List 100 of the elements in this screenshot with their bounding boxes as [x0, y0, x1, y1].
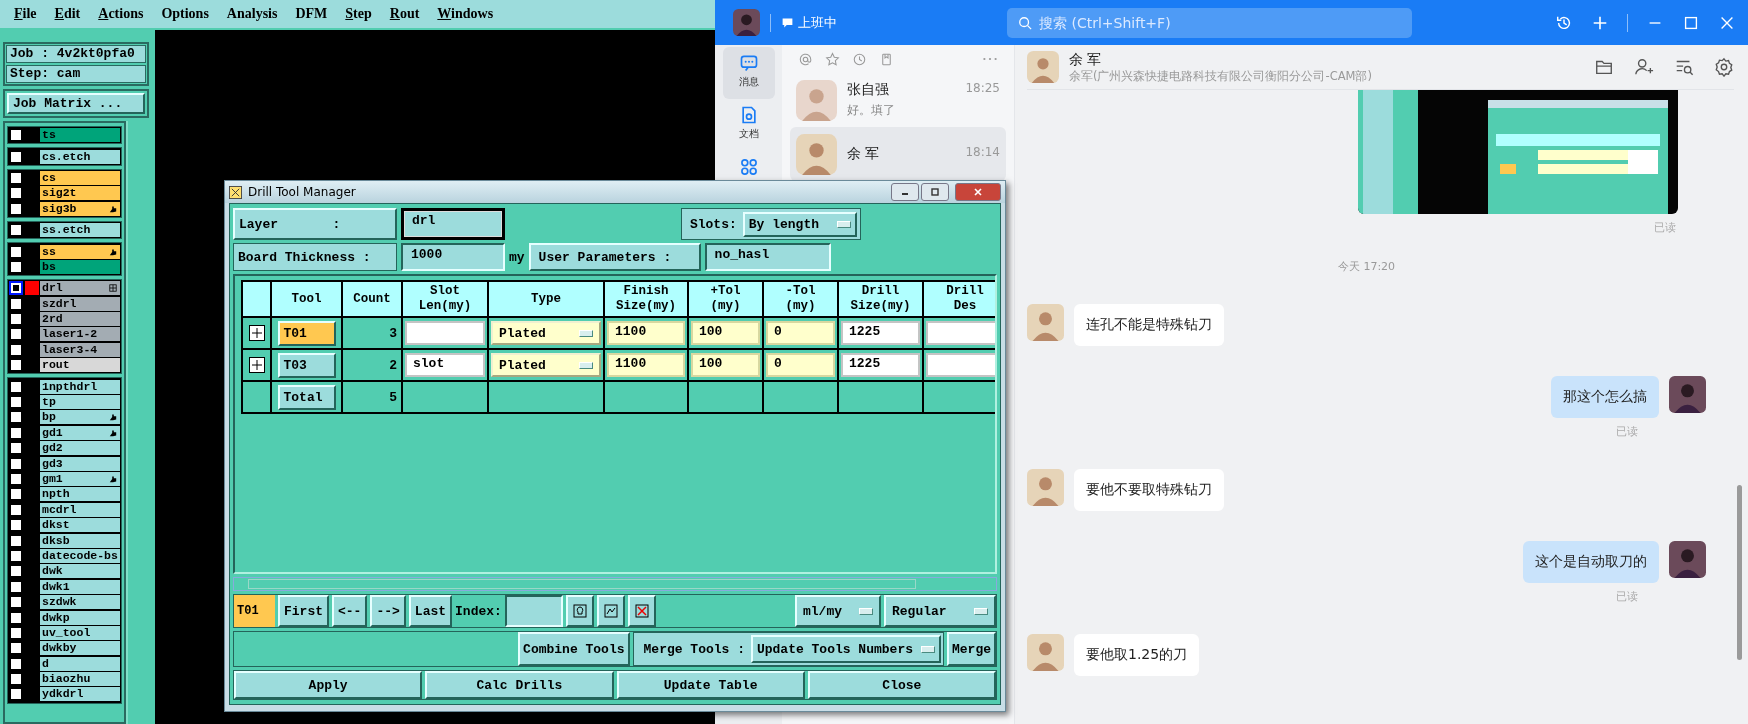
search-field[interactable]: 搜索 (Ctrl+Shift+F) — [1007, 7, 1412, 38]
layer-name[interactable]: cs.etch — [40, 149, 120, 164]
layer-name[interactable]: dwk — [40, 564, 120, 579]
column-header: Finish Size(my) — [605, 282, 687, 316]
layer-name[interactable]: bp — [40, 410, 120, 425]
layer-name[interactable]: cs — [40, 170, 120, 185]
contact-name: 张自强 — [847, 81, 889, 99]
input-field[interactable]: 1100 — [607, 321, 685, 345]
message-preview: 好。填了 — [847, 102, 896, 119]
input-field[interactable]: 1225 — [841, 353, 920, 377]
tool-button[interactable]: T01 — [277, 320, 336, 346]
conversation-item[interactable]: 余 军 18:14 — [790, 127, 1006, 181]
layer-name[interactable]: laser1-2 — [40, 327, 120, 342]
layer-name[interactable]: 1npthdrl — [40, 379, 120, 394]
layer-field[interactable]: drl — [401, 208, 505, 240]
layer-name[interactable]: ss.etch — [40, 223, 120, 238]
layer-name[interactable]: gd1 — [40, 425, 120, 440]
nav-item[interactable]: 消息 — [722, 47, 775, 99]
menu-item[interactable]: Analysis — [226, 6, 278, 22]
action-button[interactable]: Close — [807, 671, 996, 699]
layer-name[interactable]: dwkby — [40, 641, 120, 656]
message-bubble: 这个是自动取刀的 — [1523, 541, 1659, 583]
action-button[interactable]: Apply — [234, 671, 423, 699]
units-dropdown[interactable]: ml/my — [795, 595, 881, 627]
conversation-item[interactable]: 张自强 18:25 好。填了 — [790, 73, 1006, 127]
menu-item[interactable]: Rout — [389, 6, 420, 22]
layer-name[interactable]: dwk1 — [40, 579, 120, 594]
input-field[interactable]: 100 — [691, 321, 760, 345]
layer-name[interactable]: rout — [40, 358, 120, 373]
read-receipt: 已读 — [1654, 220, 1676, 235]
menu-item[interactable]: Windows — [437, 6, 494, 22]
navigation-button[interactable]: First — [278, 595, 329, 627]
layer-name[interactable]: sig2t — [40, 186, 120, 201]
layer-label[interactable]: Layer : — [233, 208, 397, 240]
layer-name[interactable]: dksb — [40, 533, 120, 548]
message-time: 18:14 — [965, 145, 1000, 161]
layer-name[interactable]: 2rd — [40, 312, 120, 327]
menu-item[interactable]: Step — [345, 6, 372, 22]
type-dropdown[interactable]: Plated — [491, 353, 601, 377]
menu-item[interactable]: Edit — [54, 6, 81, 22]
layer-name[interactable]: gd3 — [40, 456, 120, 471]
nav-item[interactable]: 文档 — [722, 99, 775, 151]
layer-name[interactable]: uv_tool — [40, 625, 120, 640]
job-matrix-button[interactable]: Job Matrix ... — [7, 93, 145, 114]
input-field[interactable]: slot — [405, 353, 485, 377]
layer-name[interactable]: szdrl — [40, 296, 120, 311]
layer-name[interactable]: laser3-4 — [40, 342, 120, 357]
navigation-button[interactable]: <-- — [332, 595, 368, 627]
contact-name: 余 军 — [1069, 50, 1103, 69]
input-field[interactable]: 0 — [766, 353, 835, 377]
input-field[interactable]: 0 — [766, 321, 835, 345]
layer-name[interactable]: bs — [40, 259, 120, 274]
job-name: Job : 4v2kt0pfa0 — [6, 45, 146, 63]
status-label[interactable]: 上班中 — [798, 13, 837, 32]
slots-dropdown[interactable]: By length — [742, 211, 857, 237]
navigation-button[interactable]: --> — [370, 595, 406, 627]
layer-name[interactable]: d — [40, 656, 120, 671]
layer-name[interactable]: ydkdrl — [40, 687, 120, 702]
board-thickness-field[interactable]: 1000 — [401, 243, 505, 271]
column-header: Drill Size(my) — [839, 282, 922, 316]
menu-item[interactable]: Options — [161, 6, 209, 22]
menu-item[interactable]: DFM — [295, 6, 328, 22]
message-time: 18:25 — [965, 81, 1000, 97]
column-header: Drill Des — [924, 282, 995, 316]
total-button[interactable]: Total — [277, 384, 336, 410]
input-field[interactable]: 1100 — [607, 353, 685, 377]
timestamp: 今天 17:20 — [1336, 259, 1397, 274]
layer-name[interactable]: npth — [40, 487, 120, 502]
layer-name[interactable]: ts — [40, 128, 120, 143]
layer-name[interactable]: dwkp — [40, 610, 120, 625]
menu-item[interactable]: Actions — [98, 6, 144, 22]
layer-name[interactable]: tp — [40, 395, 120, 410]
column-header: Tool — [272, 282, 341, 316]
layer-name[interactable]: biaozhu — [40, 672, 120, 687]
user-parameters-field[interactable]: no_hasl — [704, 243, 831, 271]
input-field[interactable]: 100 — [691, 353, 760, 377]
step-name: Step: cam — [6, 65, 146, 83]
tool-button[interactable]: T03 — [277, 352, 336, 378]
user-parameters-button[interactable]: User Parameters : — [528, 243, 701, 271]
action-button[interactable]: Calc Drills — [425, 671, 614, 699]
layer-name[interactable]: szdwk — [40, 595, 120, 610]
layer-name[interactable]: gm1 — [40, 472, 120, 486]
type-dropdown[interactable]: Plated — [491, 321, 601, 345]
combine-tools-button[interactable]: Combine Tools — [518, 632, 630, 666]
layer-name[interactable]: dkst — [40, 518, 120, 533]
merge-option-dropdown[interactable]: Update Tools Numbers — [750, 635, 941, 663]
navigation-button[interactable]: Last — [408, 595, 453, 627]
layer-name[interactable]: gd2 — [40, 441, 120, 456]
read-receipt: 已读 — [1616, 424, 1638, 439]
layer-name[interactable]: datecode-bs — [40, 548, 120, 563]
layer-name[interactable]: mcdrl — [40, 502, 120, 517]
menu-item[interactable]: File — [14, 6, 37, 22]
slots-label: Slots: — [689, 216, 737, 232]
layer-name[interactable]: ss — [40, 244, 120, 259]
action-button[interactable]: Update Table — [616, 671, 805, 699]
mode-dropdown[interactable]: Regular — [884, 595, 996, 627]
layer-name[interactable]: drl — [40, 281, 120, 296]
merge-button[interactable]: Merge — [947, 632, 996, 666]
layer-name[interactable]: sig3b — [40, 201, 120, 216]
input-field[interactable]: 1225 — [841, 321, 920, 345]
